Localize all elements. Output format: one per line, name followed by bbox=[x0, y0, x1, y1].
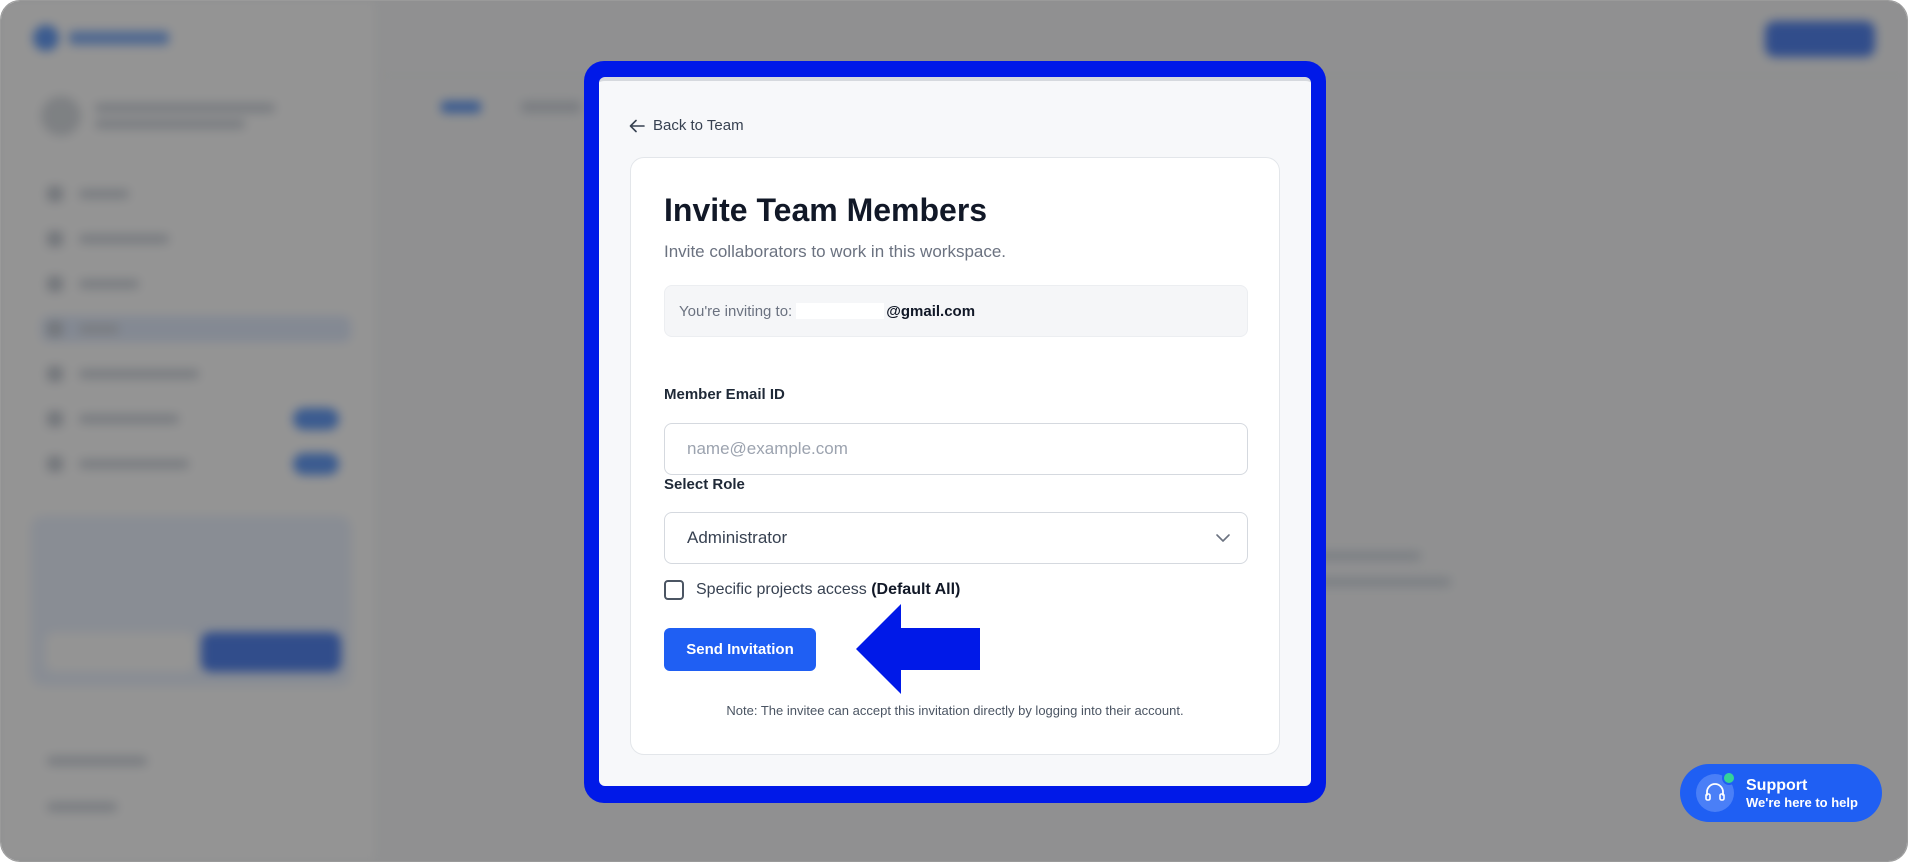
support-subtitle: We're here to help bbox=[1746, 794, 1858, 810]
member-email-input[interactable] bbox=[664, 423, 1248, 475]
send-invitation-button[interactable]: Send Invitation bbox=[664, 628, 816, 671]
support-title: Support bbox=[1746, 776, 1808, 794]
page-title: Invite Team Members bbox=[664, 192, 988, 228]
redacted-email-name bbox=[796, 303, 885, 319]
role-select[interactable]: Administrator bbox=[664, 512, 1248, 564]
chevron-down-icon bbox=[1215, 528, 1231, 548]
inviting-to-label: You're inviting to: bbox=[679, 302, 793, 320]
project-access-checkbox[interactable] bbox=[664, 580, 684, 600]
arrow-left-icon bbox=[629, 119, 645, 133]
support-text: Support We're here to help bbox=[1746, 776, 1858, 811]
member-email-label: Member Email ID bbox=[664, 386, 785, 403]
project-access-label: Specific projects access (Default All) bbox=[696, 581, 960, 599]
arrow-left-annotation bbox=[856, 604, 980, 694]
select-role-label: Select Role bbox=[664, 476, 745, 493]
role-select-value: Administrator bbox=[687, 528, 788, 547]
back-to-team-label: Back to Team bbox=[653, 117, 744, 134]
project-access-default: (Default All) bbox=[871, 581, 961, 598]
invitation-note: Note: The invitee can accept this invita… bbox=[726, 703, 1184, 718]
online-status-dot bbox=[1722, 771, 1736, 785]
back-to-team-link[interactable]: Back to Team bbox=[629, 117, 744, 134]
project-access-text: Specific projects access bbox=[696, 581, 867, 598]
app-frame: Back to Team Invite Team Members Invite … bbox=[0, 0, 1908, 862]
support-widget[interactable]: Support We're here to help bbox=[1680, 764, 1882, 822]
project-access-row: Specific projects access (Default All) bbox=[664, 580, 960, 600]
inviting-to-banner: You're inviting to: @gmail.com bbox=[664, 285, 1248, 337]
inviting-email-domain: @gmail.com bbox=[886, 302, 976, 320]
headset-icon bbox=[1696, 771, 1736, 812]
page-subtitle: Invite collaborators to work in this wor… bbox=[664, 242, 1007, 261]
